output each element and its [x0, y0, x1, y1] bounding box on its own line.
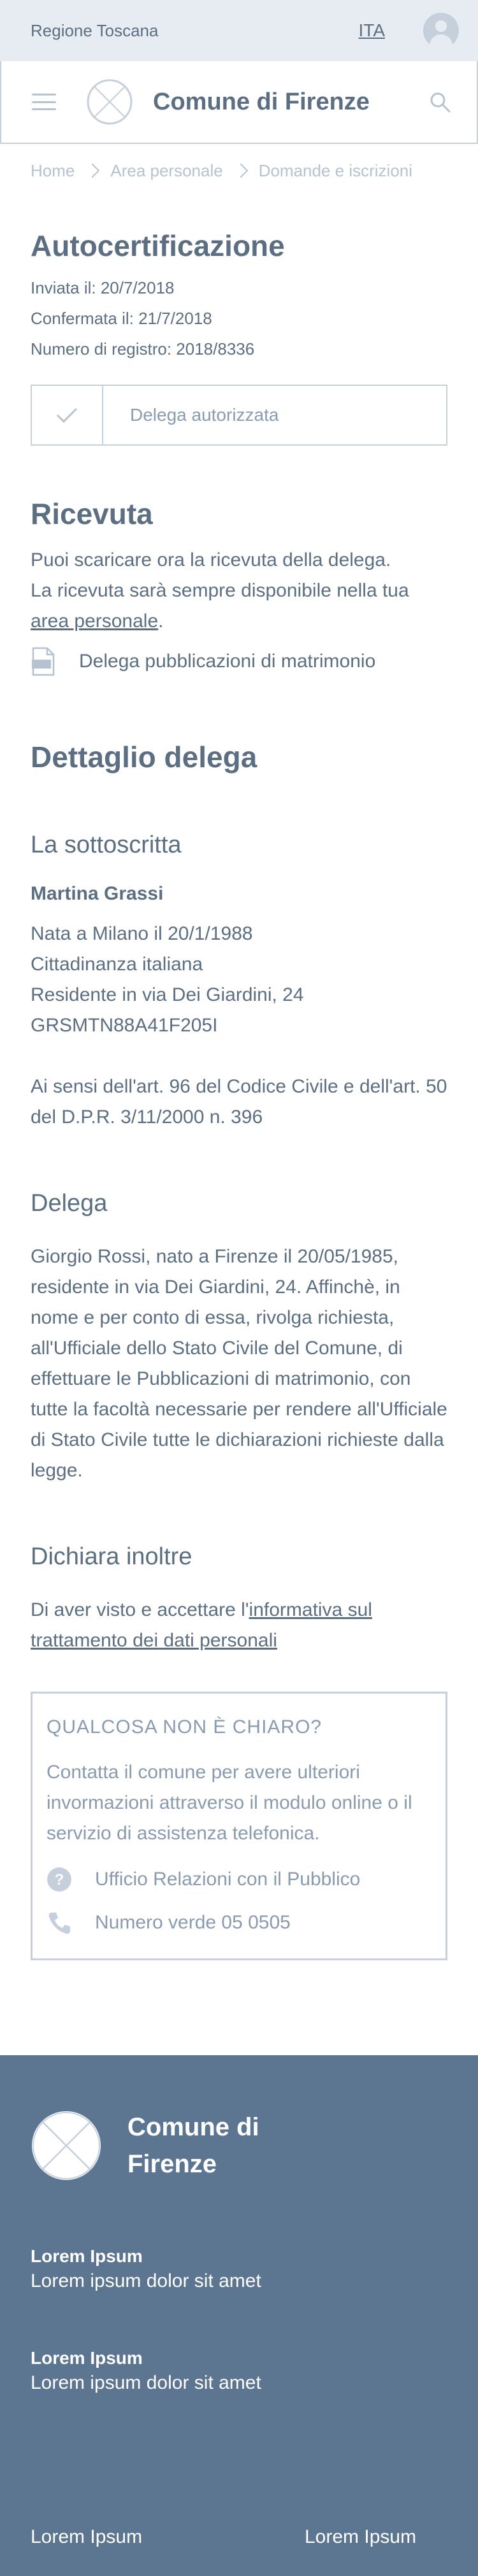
- office-contact[interactable]: ? Ufficio Relazioni con il Pubblico: [47, 1867, 431, 1892]
- top-bar: Regione Toscana ITA: [0, 0, 478, 61]
- help-title: QUALCOSA NON È CHIARO?: [47, 1716, 322, 1737]
- person-name: Martina Grassi: [31, 883, 164, 904]
- footer-block-text[interactable]: Lorem ipsum dolor sit amet: [31, 2372, 261, 2394]
- phone-label[interactable]: Numero verde 05 0505: [95, 1912, 291, 1934]
- delega-title: Delega: [31, 1190, 108, 1217]
- person-birth: Nata a Milano il 20/1/1988: [31, 923, 253, 944]
- pdf-file-icon: [32, 647, 55, 676]
- language-selector[interactable]: ITA: [359, 20, 385, 41]
- declares-prefix: Di aver visto e accettare l': [31, 1599, 249, 1620]
- check-icon: [32, 386, 103, 444]
- site-brand[interactable]: Comune di Firenze: [153, 88, 370, 116]
- sent-date: Inviata il: 20/7/2018: [31, 278, 175, 297]
- crest-logo-icon: [32, 2111, 101, 2180]
- breadcrumb-personal-area[interactable]: Area personale: [110, 161, 222, 181]
- footer-bottom-link[interactable]: Lorem Ipsum: [31, 2526, 142, 2548]
- person-residence: Residente in via Dei Giardini, 24: [31, 984, 304, 1005]
- footer-block-text[interactable]: Lorem ipsum dolor sit amet: [31, 2270, 261, 2292]
- phone-icon: [48, 1913, 70, 1934]
- receipt-link-suffix: .: [158, 611, 164, 632]
- person-fiscal-code: GRSMTN88A41F205I: [31, 1015, 218, 1036]
- footer-logo[interactable]: Comune di Firenze: [31, 2109, 280, 2183]
- footer-block-2: Lorem Ipsum Lorem ipsum dolor sit amet: [31, 2348, 261, 2394]
- declares-title: Dichiara inoltre: [31, 1543, 192, 1570]
- receipt-file-name[interactable]: Delega pubblicazioni di matrimonio: [79, 651, 375, 672]
- receipt-download[interactable]: Delega pubblicazioni di matrimonio: [31, 647, 447, 676]
- site-header: Comune di Firenze: [0, 61, 478, 144]
- search-icon[interactable]: [430, 92, 451, 113]
- page-title: Autocertificazione: [31, 229, 285, 262]
- region-link[interactable]: Regione Toscana: [31, 21, 158, 41]
- help-box: QUALCOSA NON È CHIARO? Contatta il comun…: [31, 1692, 447, 1960]
- footer-block-title: Lorem Ipsum: [31, 2246, 143, 2266]
- confirmed-date: Confermata il: 21/7/2018: [31, 309, 212, 328]
- status-badge: Delega autorizzata: [31, 385, 447, 446]
- receipt-title: Ricevuta: [31, 497, 153, 530]
- declares-text: Di aver visto e accettare l'informativa …: [31, 1595, 447, 1656]
- receipt-line-1: Puoi scaricare ora la ricevuta della del…: [31, 549, 391, 570]
- crest-logo-icon[interactable]: [87, 79, 133, 125]
- breadcrumb: Home Area personale Domande e iscrizioni: [0, 158, 478, 183]
- footer-brand[interactable]: Comune di Firenze: [127, 2109, 280, 2183]
- registry-number: Numero di registro: 2018/8336: [31, 339, 255, 358]
- person-citizenship: Cittadinanza italiana: [31, 954, 203, 975]
- user-avatar-icon[interactable]: [423, 13, 459, 48]
- delega-text: Giorgio Rossi, nato a Firenze il 20/05/1…: [31, 1246, 447, 1481]
- office-label[interactable]: Ufficio Relazioni con il Pubblico: [95, 1869, 360, 1890]
- breadcrumb-chevron-icon: [85, 163, 100, 178]
- top-bar-actions: ITA: [359, 13, 459, 48]
- legal-reference: Ai sensi dell'art. 96 del Codice Civile …: [31, 1076, 447, 1128]
- svg-text:?: ?: [55, 1871, 64, 1888]
- undersigned-title: La sottoscritta: [31, 832, 182, 858]
- main-content: Autocertificazione Inviata il: 20/7/2018…: [0, 228, 478, 1960]
- help-text: Contatta il comune per avere ulteriori i…: [47, 1762, 412, 1844]
- footer-bottom-link[interactable]: Lorem Ipsum: [305, 2526, 416, 2548]
- person-details: Nata a Milano il 20/1/1988 Cittadinanza …: [31, 919, 447, 1041]
- footer-block-title: Lorem Ipsum: [31, 2348, 143, 2368]
- question-circle-icon: ?: [47, 1867, 71, 1892]
- status-label: Delega autorizzata: [130, 405, 279, 425]
- hamburger-menu-icon[interactable]: [32, 94, 56, 110]
- footer-block-1: Lorem Ipsum Lorem ipsum dolor sit amet: [31, 2246, 261, 2292]
- receipt-line-2: La ricevuta sarà sempre disponibile nell…: [31, 580, 409, 601]
- breadcrumb-home[interactable]: Home: [31, 161, 75, 181]
- detail-title: Dettaglio delega: [31, 740, 257, 774]
- phone-contact[interactable]: Numero verde 05 0505: [47, 1910, 431, 1936]
- breadcrumb-chevron-icon: [233, 163, 249, 178]
- receipt-description: Puoi scaricare ora la ricevuta della del…: [31, 545, 447, 637]
- personal-area-link[interactable]: area personale: [31, 611, 158, 632]
- breadcrumb-applications[interactable]: Domande e iscrizioni: [259, 161, 412, 181]
- site-footer: Comune di Firenze Lorem Ipsum Lorem ipsu…: [0, 2055, 478, 2576]
